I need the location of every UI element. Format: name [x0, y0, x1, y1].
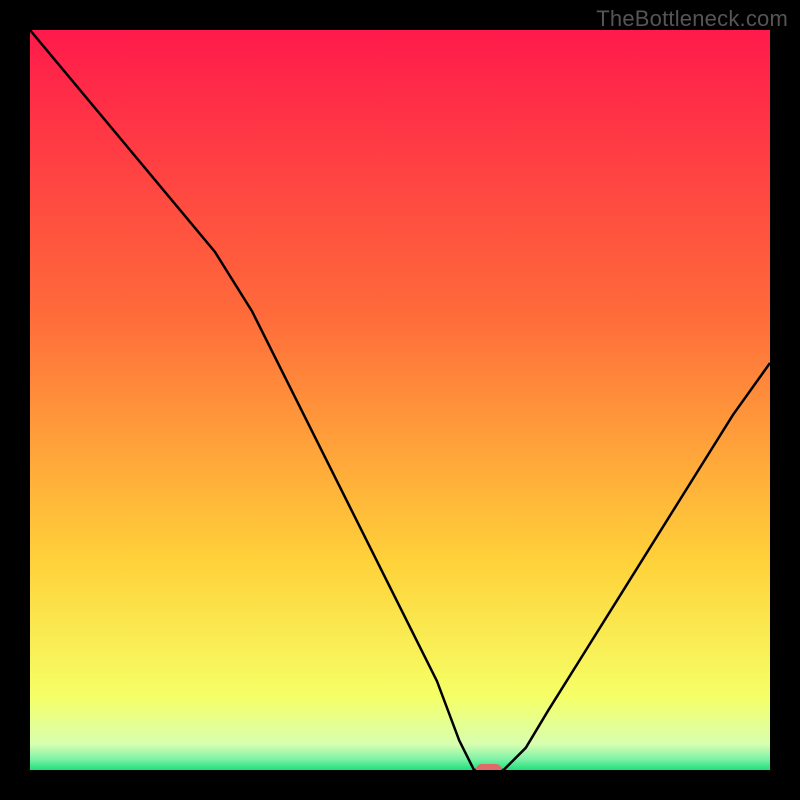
gradient-background	[30, 30, 770, 770]
chart-frame: TheBottleneck.com	[0, 0, 800, 800]
watermark-text: TheBottleneck.com	[596, 6, 788, 32]
optimal-marker	[476, 764, 502, 770]
plot-area	[30, 30, 770, 770]
chart-svg	[30, 30, 770, 770]
